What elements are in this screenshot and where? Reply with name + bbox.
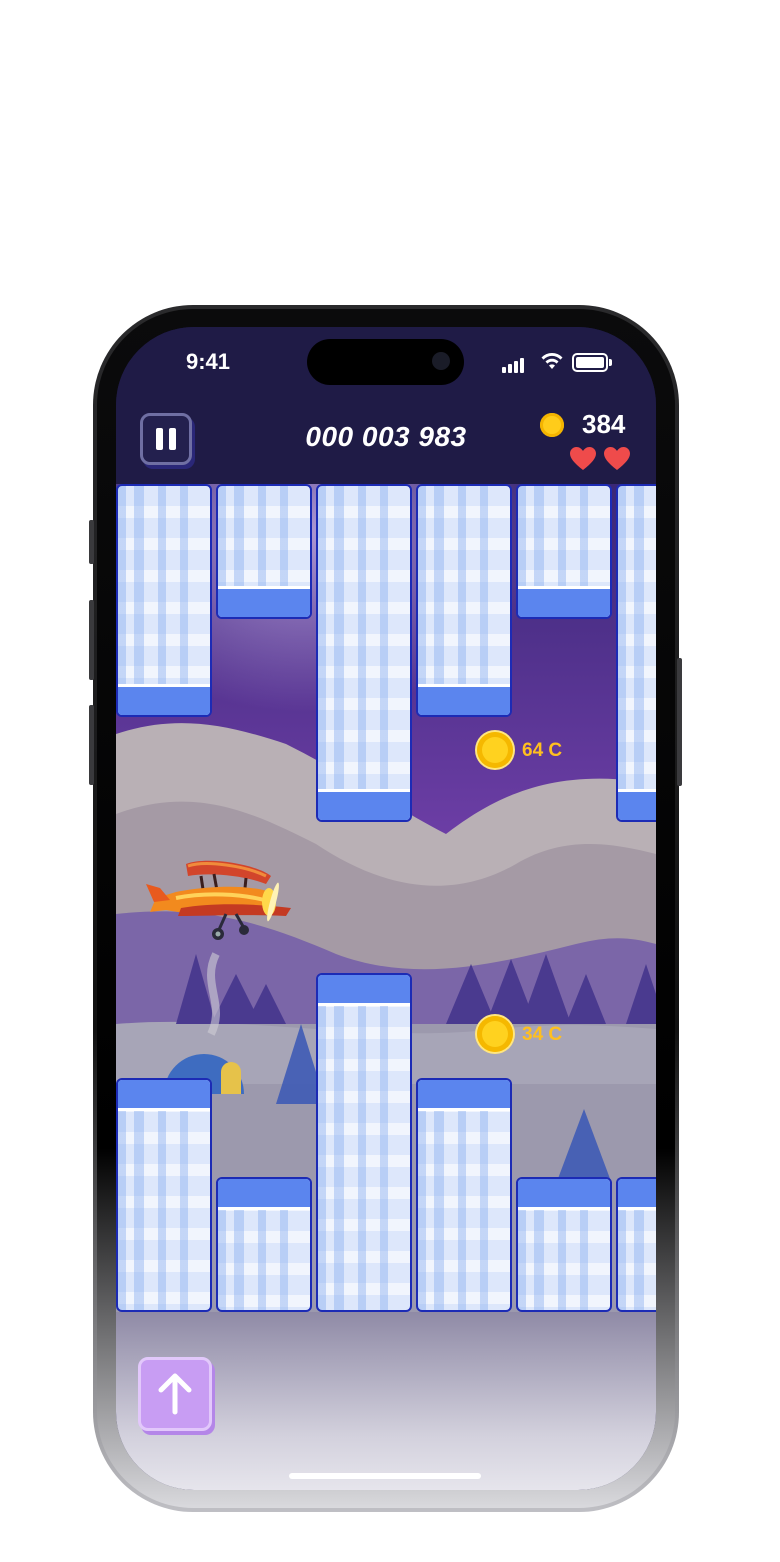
phone-screen: 9:41 000 003 983 384 64 C 34 C — [116, 327, 656, 1490]
coin-count: 384 — [582, 409, 626, 439]
wifi-icon — [541, 353, 563, 369]
signal-icon — [502, 355, 526, 373]
top-pillar — [216, 484, 312, 619]
status-bar: 9:41 — [116, 327, 656, 401]
heart-icon — [604, 447, 630, 470]
power-button — [677, 658, 682, 786]
camera-icon — [432, 352, 450, 370]
volume-down-button — [89, 705, 94, 785]
volume-up-button — [89, 600, 94, 680]
dynamic-island — [307, 339, 464, 385]
coin-icon — [540, 413, 564, 437]
bottom-pillar — [616, 1177, 656, 1312]
pause-button[interactable] — [140, 413, 192, 465]
game-area[interactable]: 64 C 34 C — [116, 484, 656, 1312]
action-button — [89, 520, 94, 564]
bottom-pillar — [516, 1177, 612, 1312]
pause-icon — [156, 428, 163, 450]
status-time: 9:41 — [186, 349, 231, 374]
top-pillar — [416, 484, 512, 717]
arrow-up-icon — [158, 1373, 192, 1415]
coin-pickup-label: 64 C — [522, 740, 563, 761]
top-pillar — [616, 484, 656, 822]
bottom-pillar — [416, 1078, 512, 1312]
airplane-icon — [146, 860, 291, 940]
control-panel — [116, 1312, 656, 1490]
game-hud: 000 003 983 384 — [116, 401, 656, 484]
coin-pickup — [477, 732, 513, 768]
bottom-pillar — [216, 1177, 312, 1312]
fly-up-button[interactable] — [138, 1357, 212, 1431]
battery-icon — [572, 353, 612, 372]
bottom-pillar — [116, 1078, 212, 1312]
top-pillar — [516, 484, 612, 619]
score-display: 000 003 983 — [305, 421, 467, 452]
heart-icon — [570, 447, 596, 470]
bottom-pillar — [316, 973, 412, 1312]
coin-pickup-label: 34 C — [522, 1024, 563, 1045]
top-pillar — [316, 484, 412, 822]
home-indicator[interactable] — [289, 1473, 481, 1479]
coin-pickup — [477, 1016, 513, 1052]
top-pillar — [116, 484, 212, 717]
